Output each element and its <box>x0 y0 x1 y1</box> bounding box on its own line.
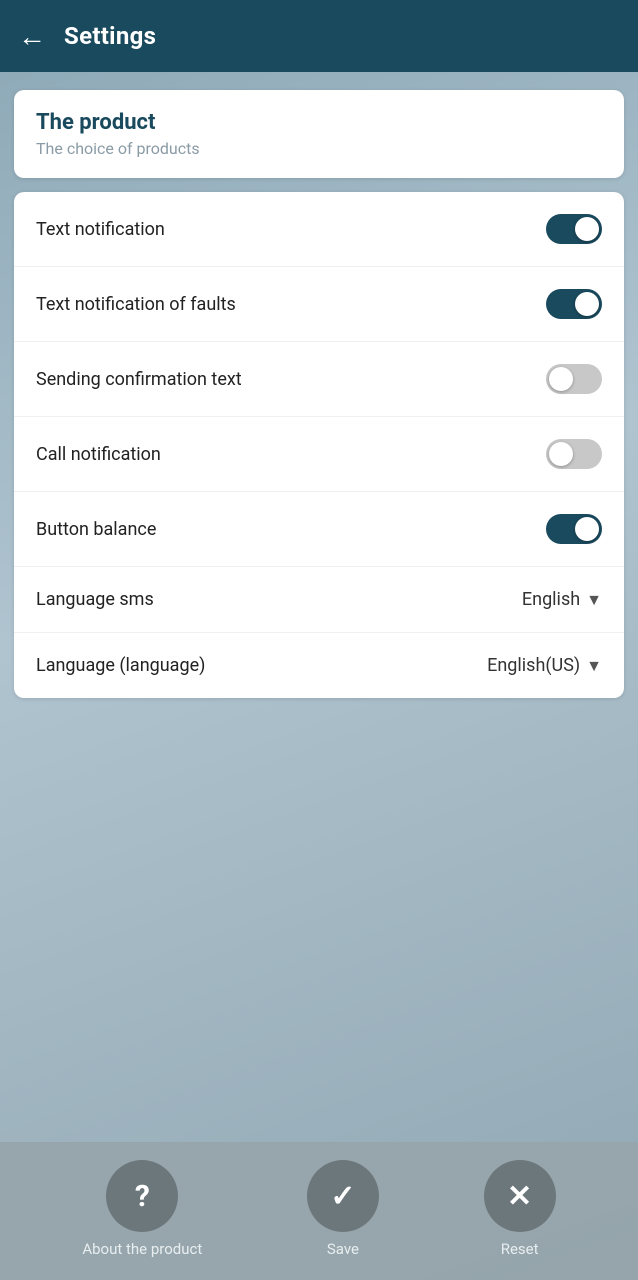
about-product-button[interactable]: ? About the product <box>82 1160 202 1258</box>
setting-label-sending-confirmation-text: Sending confirmation text <box>36 369 242 390</box>
setting-label-language-sms: Language sms <box>36 589 154 610</box>
toggle-call-notification[interactable] <box>546 439 602 469</box>
back-button[interactable]: ← <box>18 20 46 53</box>
setting-label-button-balance: Button balance <box>36 519 156 540</box>
bottom-bar: ? About the product ✓ Save ✕ Reset <box>0 1142 638 1280</box>
about-product-icon: ? <box>106 1160 178 1232</box>
reset-button[interactable]: ✕ Reset <box>484 1160 556 1258</box>
dropdown-language-language-value: English(US) <box>487 655 580 676</box>
main-area: The product The choice of products Text … <box>0 72 638 1280</box>
save-label: Save <box>327 1240 359 1258</box>
reset-icon: ✕ <box>484 1160 556 1232</box>
setting-row-text-notification: Text notification <box>14 192 624 267</box>
setting-label-call-notification: Call notification <box>36 444 161 465</box>
settings-card: Text notification Text notification of f… <box>14 192 624 698</box>
setting-label-text-notification-faults: Text notification of faults <box>36 294 236 315</box>
setting-row-sending-confirmation-text: Sending confirmation text <box>14 342 624 417</box>
setting-row-button-balance: Button balance <box>14 492 624 567</box>
header: ← Settings <box>0 0 638 72</box>
product-subtitle: The choice of products <box>36 139 602 158</box>
setting-row-call-notification: Call notification <box>14 417 624 492</box>
dropdown-language-sms-value: English <box>522 589 580 610</box>
reset-label: Reset <box>501 1240 539 1258</box>
about-product-label: About the product <box>82 1240 202 1258</box>
header-title: Settings <box>64 22 156 50</box>
toggle-text-notification[interactable] <box>546 214 602 244</box>
setting-label-language-language: Language (language) <box>36 655 205 676</box>
toggle-text-notification-faults[interactable] <box>546 289 602 319</box>
product-card: The product The choice of products <box>14 90 624 178</box>
toggle-sending-confirmation-text[interactable] <box>546 364 602 394</box>
setting-row-language-sms: Language sms English ▼ <box>14 567 624 633</box>
save-button[interactable]: ✓ Save <box>307 1160 379 1258</box>
save-icon: ✓ <box>307 1160 379 1232</box>
product-title: The product <box>36 110 602 135</box>
dropdown-language-language[interactable]: English(US) ▼ <box>487 655 602 676</box>
dropdown-language-sms[interactable]: English ▼ <box>522 589 602 610</box>
chevron-down-icon-2: ▼ <box>586 656 602 676</box>
toggle-button-balance[interactable] <box>546 514 602 544</box>
setting-row-language-language: Language (language) English(US) ▼ <box>14 633 624 698</box>
setting-label-text-notification: Text notification <box>36 219 165 240</box>
chevron-down-icon: ▼ <box>586 590 602 610</box>
setting-row-text-notification-faults: Text notification of faults <box>14 267 624 342</box>
